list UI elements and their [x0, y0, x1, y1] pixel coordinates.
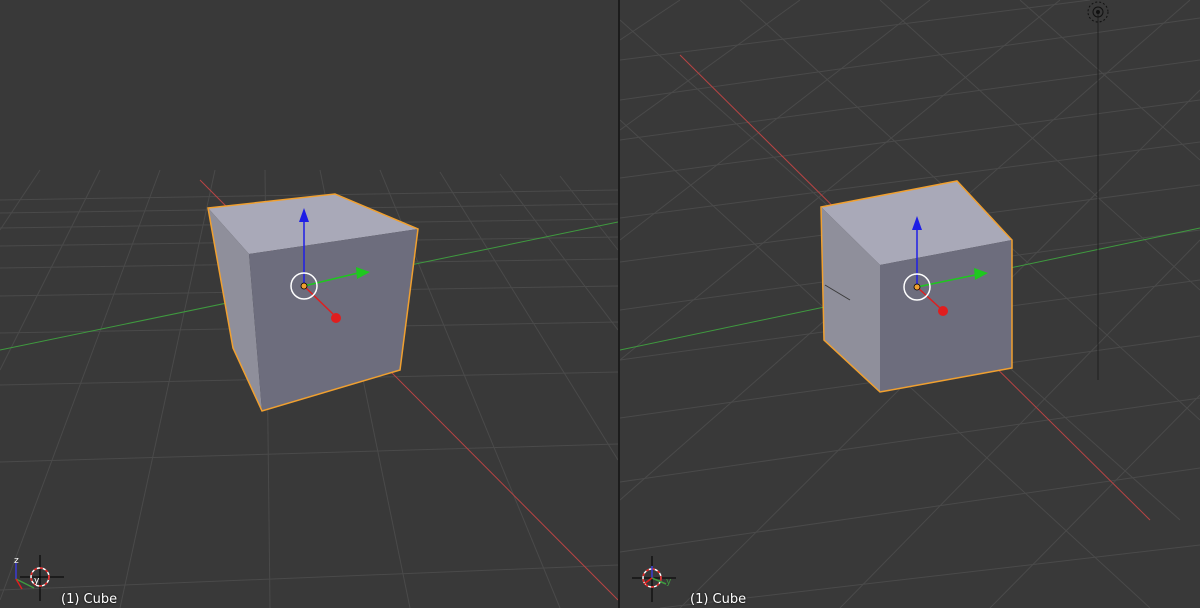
active-object-label: (1) Cube — [690, 592, 747, 607]
object-origin-icon — [300, 282, 308, 290]
blender-3d-views: z y (1) Cube y (1) Cube — [0, 0, 1200, 608]
orientation-axes-icon: y — [632, 556, 676, 602]
object-origin-icon — [913, 283, 921, 291]
axis-label-y: y — [666, 577, 672, 587]
viewport-left-scene[interactable]: z y — [0, 0, 618, 608]
viewport-left[interactable]: z y (1) Cube — [0, 0, 618, 608]
cube-front-face[interactable] — [880, 240, 1012, 392]
viewport-right[interactable]: y (1) Cube — [620, 0, 1200, 608]
orientation-axes-icon: z y — [14, 555, 64, 601]
cube-object[interactable] — [207, 193, 419, 412]
axis-label-z: z — [14, 556, 19, 566]
axis-label-y: y — [34, 576, 40, 586]
viewport-right-scene[interactable]: y — [620, 0, 1200, 608]
active-object-label: (1) Cube — [61, 592, 118, 607]
